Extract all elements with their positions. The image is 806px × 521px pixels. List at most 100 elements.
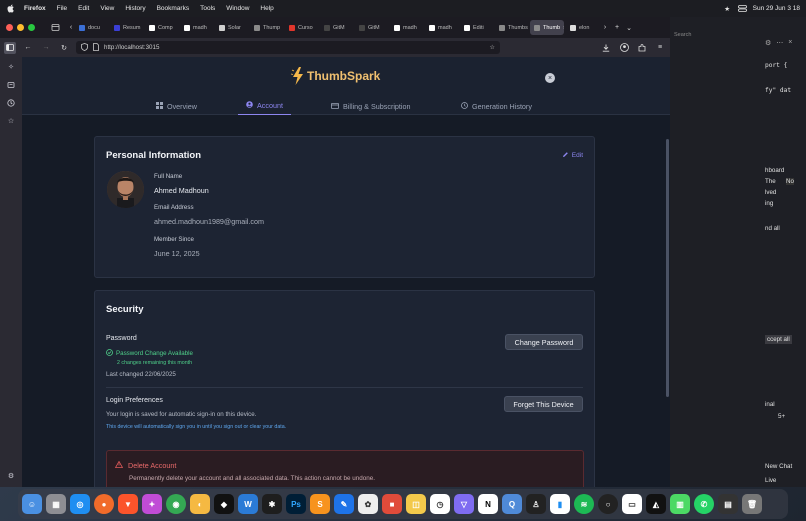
browser-tab[interactable]: Resum <box>110 20 143 35</box>
url-text[interactable]: http://localhost:3015 <box>104 44 159 51</box>
app-icon[interactable]: ◷ <box>430 494 450 514</box>
list-all-tabs-icon[interactable]: ⌄ <box>623 22 635 34</box>
close-modal-icon[interactable]: × <box>545 73 555 83</box>
app-icon[interactable]: ■ <box>382 494 402 514</box>
chrome-icon[interactable]: ◉ <box>166 494 186 514</box>
browser-tab[interactable]: Comp <box>145 20 178 35</box>
browser-tab[interactable]: docu <box>75 20 108 35</box>
new-tab-icon[interactable]: + <box>611 22 623 34</box>
app-icon[interactable]: ▮ <box>550 494 570 514</box>
menu-window[interactable]: Window <box>226 5 249 12</box>
sublime-icon[interactable]: S <box>310 494 330 514</box>
zoom-window-button[interactable] <box>28 24 35 31</box>
change-password-button[interactable]: Change Password <box>505 334 583 350</box>
more-icon[interactable]: ⋯ <box>776 39 783 47</box>
menu-hamburger-icon[interactable]: ≡ <box>654 42 666 54</box>
tabs-scroll-left-icon[interactable]: ‹ <box>67 22 75 34</box>
app-icon[interactable]: ✿ <box>358 494 378 514</box>
launchpad-icon[interactable]: ▦ <box>46 494 66 514</box>
whatsapp-icon[interactable]: ✆ <box>694 494 714 514</box>
numbers-icon[interactable]: ▥ <box>670 494 690 514</box>
back-icon[interactable]: ← <box>22 42 34 54</box>
tab-billing[interactable]: Billing & Subscription <box>331 97 411 115</box>
arc-icon[interactable]: ✦ <box>142 494 162 514</box>
tab-overview[interactable]: Overview <box>156 97 197 115</box>
app-icon[interactable]: ▤ <box>718 494 738 514</box>
gear-icon[interactable]: ⚙ <box>765 39 771 47</box>
browser-tab[interactable]: Thump <box>250 20 283 35</box>
preview-icon[interactable]: ◫ <box>406 494 426 514</box>
url-bar[interactable]: http://localhost:3015 ☆ <box>76 41 500 54</box>
forget-device-button[interactable]: Forget This Device <box>504 396 583 412</box>
close-window-button[interactable] <box>6 24 13 31</box>
app-icon[interactable]: ✎ <box>334 494 354 514</box>
notion-icon[interactable]: N <box>478 494 498 514</box>
bookmarks-icon[interactable]: ☆ <box>6 116 16 126</box>
finder-icon[interactable]: ☺ <box>22 494 42 514</box>
browser-tab[interactable]: madh <box>390 20 423 35</box>
forward-icon[interactable]: → <box>40 42 52 54</box>
app-icon[interactable]: ◭ <box>646 494 666 514</box>
menu-tools[interactable]: Tools <box>200 5 215 12</box>
browser-tab[interactable]: madh <box>425 20 458 35</box>
tab-overview-icon[interactable] <box>49 22 61 34</box>
close-tab-icon[interactable]: × <box>563 25 564 31</box>
browser-tab[interactable]: Thumbs <box>495 20 528 35</box>
tab-active[interactable]: Thumb× <box>530 20 564 35</box>
menu-bookmarks[interactable]: Bookmarks <box>157 5 190 12</box>
star-status-icon[interactable]: ★ <box>723 4 732 13</box>
spotify-icon[interactable]: ≋ <box>574 494 594 514</box>
settings-gear-icon[interactable]: ⚙ <box>6 471 16 481</box>
account-icon[interactable] <box>618 42 630 54</box>
delete-account-title[interactable]: Delete Account <box>128 461 176 470</box>
minimize-window-button[interactable] <box>17 24 24 31</box>
notes-icon[interactable]: ▭ <box>622 494 642 514</box>
photoshop-icon[interactable]: Ps <box>286 494 306 514</box>
menu-history[interactable]: History <box>125 5 145 12</box>
cursor-icon[interactable]: ◆ <box>214 494 234 514</box>
app-icon[interactable]: Q <box>502 494 522 514</box>
app-icon[interactable]: ♙ <box>526 494 546 514</box>
ai-chatbot-icon[interactable]: ✧ <box>6 62 16 72</box>
bookmark-star-icon[interactable]: ☆ <box>489 44 495 51</box>
downloads-icon[interactable] <box>600 42 612 54</box>
accept-all-button[interactable]: ccept all <box>765 335 792 344</box>
tab-generation-history[interactable]: Generation History <box>461 97 532 115</box>
app-icon[interactable]: ▽ <box>454 494 474 514</box>
control-center-icon[interactable] <box>737 4 747 13</box>
trash-icon[interactable]: 🗑 <box>742 494 762 514</box>
reload-icon[interactable]: ↻ <box>58 42 70 54</box>
history-icon[interactable] <box>6 98 16 108</box>
close-icon[interactable]: × <box>788 39 792 47</box>
editor-search-input[interactable]: Search <box>674 32 691 38</box>
browser-tab[interactable]: madh <box>180 20 213 35</box>
browser-tab[interactable]: Solar <box>215 20 248 35</box>
tab-account[interactable]: Account <box>238 97 291 115</box>
menu-edit[interactable]: Edit <box>78 5 89 12</box>
synced-tabs-icon[interactable] <box>6 80 16 90</box>
menu-file[interactable]: File <box>57 5 67 12</box>
sidebar-toggle-icon[interactable] <box>4 41 16 54</box>
word-icon[interactable]: W <box>238 494 258 514</box>
firefox-icon[interactable]: ● <box>94 494 114 514</box>
page-scrollbar[interactable] <box>666 139 669 397</box>
clock[interactable]: Sun 29 Jun 3 18 <box>753 5 800 12</box>
new-chat-button[interactable]: New Chat <box>765 463 792 470</box>
menu-app-name[interactable]: Firefox <box>24 5 46 12</box>
brave-icon[interactable]: ▼ <box>118 494 138 514</box>
extensions-icon[interactable] <box>636 42 648 54</box>
apple-icon[interactable] <box>6 4 16 14</box>
browser-tab[interactable]: GitM <box>355 20 388 35</box>
thumbspark-logo[interactable]: ThumbSpark <box>290 66 380 86</box>
tabs-scroll-right-icon[interactable]: › <box>599 22 611 34</box>
browser-tab[interactable]: Curso <box>285 20 318 35</box>
app-icon[interactable]: ○ <box>598 494 618 514</box>
edit-profile-button[interactable]: Edit <box>562 151 583 160</box>
app-icon[interactable]: ◐ <box>190 494 210 514</box>
figma-icon[interactable]: ✱ <box>262 494 282 514</box>
browser-tab[interactable]: Editi <box>460 20 493 35</box>
shield-icon[interactable] <box>81 42 88 53</box>
browser-tab[interactable]: GitM <box>320 20 353 35</box>
menu-view[interactable]: View <box>100 5 114 12</box>
menu-help[interactable]: Help <box>260 5 273 12</box>
